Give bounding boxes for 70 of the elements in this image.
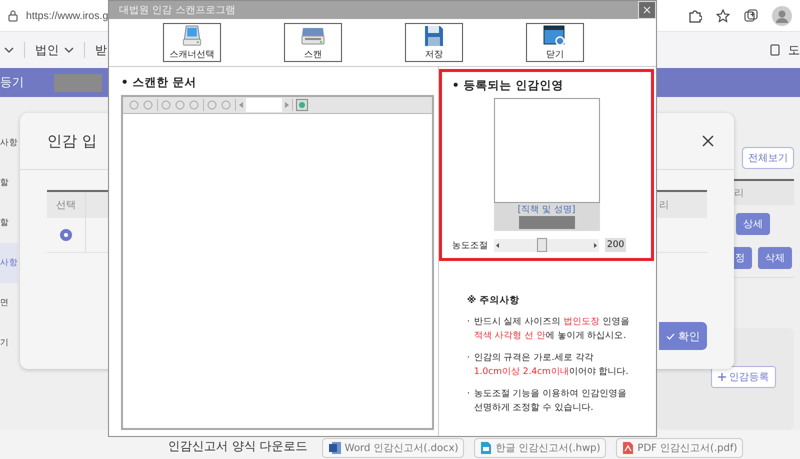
column-header: 리 xyxy=(659,199,670,212)
slider-thumb[interactable] xyxy=(537,238,548,252)
dialog-title: 인감 입 xyxy=(47,132,97,150)
chevron-down-icon xyxy=(4,47,14,53)
toolbar-button[interactable]: 스캐너선택 xyxy=(163,23,221,62)
download-button[interactable]: Word 인감신고서(.docx) xyxy=(322,438,464,458)
download-button[interactable]: 한글 인감신고서(.hwp) xyxy=(474,438,606,458)
close-icon[interactable] xyxy=(702,135,714,147)
slider-label: 농도조절 xyxy=(452,240,488,252)
download-button[interactable]: PDF 인감신고서(.pdf) xyxy=(616,438,744,458)
caption-text: [직책 및 성명] xyxy=(518,204,576,216)
toolbar-button[interactable]: 닫기 xyxy=(526,23,584,62)
collections-icon[interactable] xyxy=(744,8,758,22)
notice-text: 반드시 실제 사이즈의 법인도장 인영을 적색 사각형 선 안에 놓이게 하십시오. xyxy=(474,316,630,343)
banner-title: 등기 xyxy=(0,74,24,91)
sidebar-item[interactable]: 면 xyxy=(0,283,18,323)
window-gear-icon xyxy=(543,24,567,46)
action-button[interactable]: 삭제 xyxy=(758,247,792,269)
sidebar-item[interactable]: 사항 xyxy=(0,243,18,283)
plus-icon xyxy=(718,373,726,381)
density-slider[interactable] xyxy=(494,238,599,252)
check-icon xyxy=(666,332,675,340)
sidebar-item[interactable]: 기 xyxy=(0,323,18,363)
right-arrow-icon[interactable] xyxy=(594,242,597,248)
detail-button[interactable]: 상세 xyxy=(736,213,770,235)
document-icon xyxy=(770,44,780,56)
column-header: 선택 xyxy=(47,192,86,218)
chevron-down-icon xyxy=(64,47,74,53)
document-file-icon xyxy=(480,441,492,455)
view-all-button[interactable]: 전체보기 xyxy=(742,147,794,169)
close-icon xyxy=(643,6,651,14)
puzzle-icon[interactable] xyxy=(688,8,702,22)
section-heading: • 스캔한 문서 xyxy=(121,75,198,90)
column-header: 리 xyxy=(732,179,794,205)
notice-title: ※ 주의사항 xyxy=(467,294,521,307)
left-arrow-icon[interactable] xyxy=(496,242,499,248)
toolbar-button[interactable]: 저장 xyxy=(405,23,463,62)
nav-menu[interactable]: 법인 xyxy=(35,42,59,58)
notice-text: 농도조절 기능을 이용하여 인감인영을 선명하게 조정할 수 있습니다. xyxy=(474,388,626,415)
star-icon[interactable] xyxy=(716,8,730,22)
scanner-icon xyxy=(181,24,203,47)
bullet: · xyxy=(467,316,470,329)
bullet: · xyxy=(467,352,470,365)
radio-button[interactable] xyxy=(60,229,72,241)
address-bar-url[interactable]: https://www.iros.g xyxy=(26,10,108,22)
slider-value: 200 xyxy=(605,238,626,252)
word-file-icon xyxy=(328,441,342,455)
lock-icon xyxy=(8,10,18,22)
register-seal-button[interactable]: 인감등록 xyxy=(711,366,776,388)
avatar-icon[interactable] xyxy=(772,6,792,26)
redaction-bar xyxy=(54,74,102,92)
close-button[interactable] xyxy=(638,1,656,19)
pdf-file-icon xyxy=(622,441,634,455)
page-field[interactable] xyxy=(246,98,282,112)
download-label: 인감신고서 양식 다운로드 xyxy=(168,438,308,455)
image-icon[interactable] xyxy=(296,99,308,111)
redaction-bar xyxy=(518,216,574,230)
toolbar-button[interactable]: 스캔 xyxy=(284,23,342,62)
notice-text: 인감의 규격은 가로.세로 각각 1.0cm이상 2.4cm이내이어야 합니다. xyxy=(474,352,629,379)
previous-arrow-icon[interactable] xyxy=(239,102,243,108)
sidebar-item[interactable]: 할 xyxy=(0,163,18,203)
nav-menu[interactable]: 받 xyxy=(95,42,107,58)
sidebar-item[interactable]: 할 xyxy=(0,203,18,243)
section-heading: • 등록되는 인감인영 xyxy=(452,78,564,93)
nav-link[interactable]: 도 xyxy=(788,42,800,58)
sidebar-item[interactable]: 사항 xyxy=(0,123,18,163)
window-title: 대법원 인감 스캔프로그램 xyxy=(119,4,236,17)
confirm-button[interactable]: 확인 xyxy=(659,322,707,350)
next-arrow-icon[interactable] xyxy=(285,102,289,108)
bullet: · xyxy=(467,388,470,401)
